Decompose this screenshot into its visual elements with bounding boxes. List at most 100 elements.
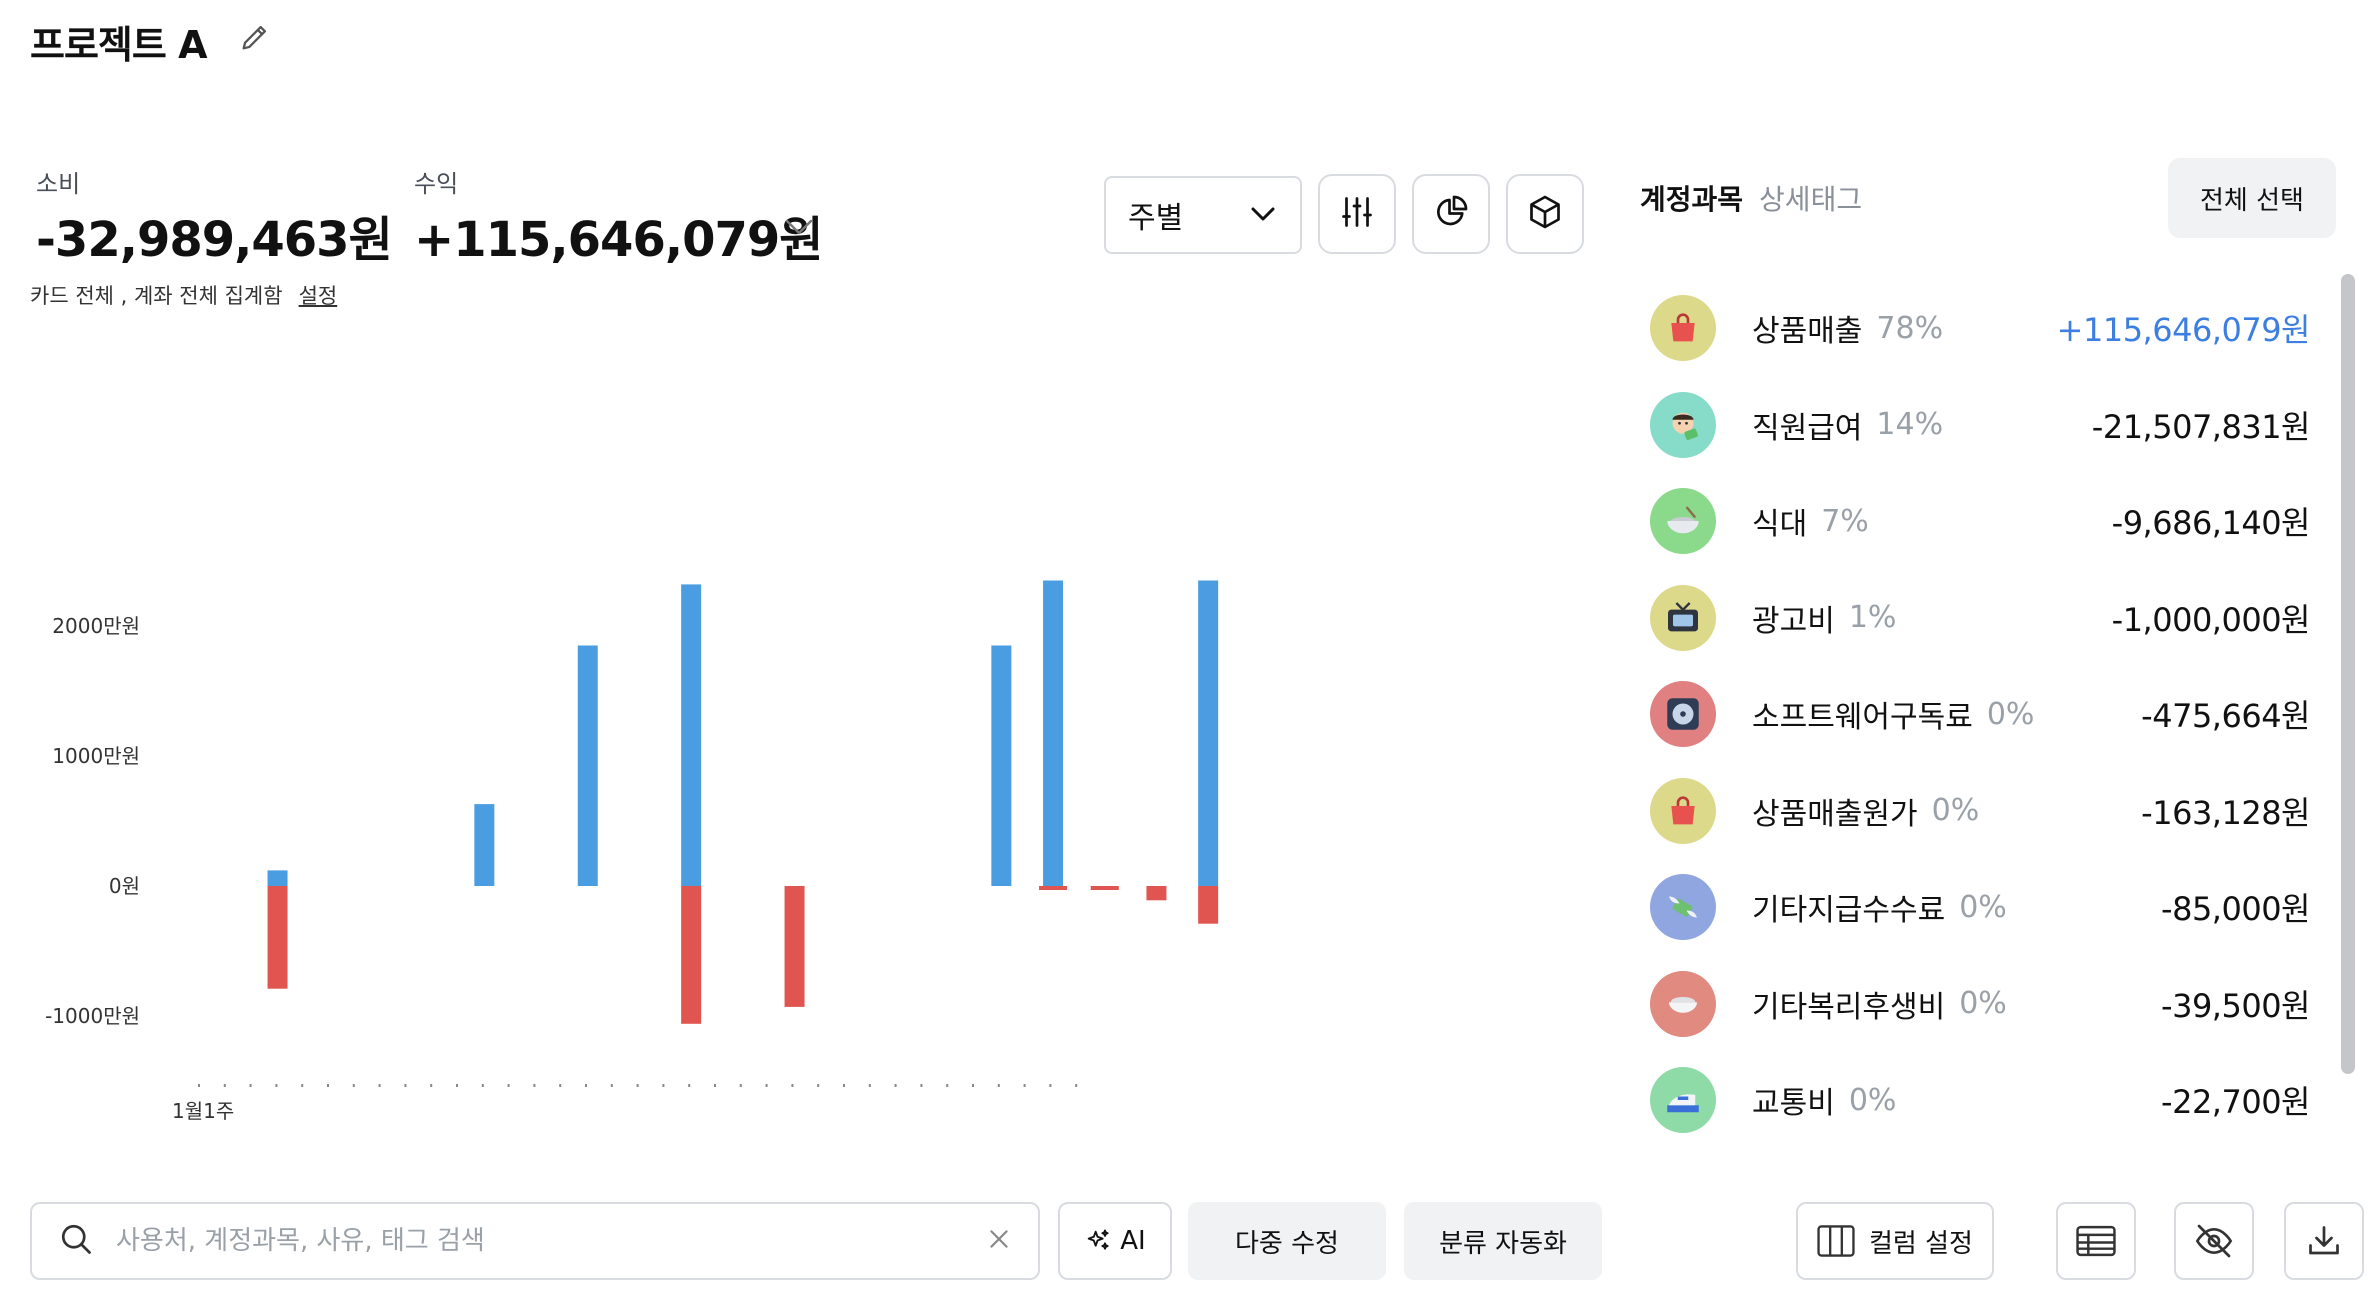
shopping-bag-icon [1650, 295, 1716, 362]
x-axis-tick [507, 1084, 510, 1087]
chevron-down-icon[interactable] [782, 214, 816, 240]
expense-bar[interactable] [784, 886, 805, 1007]
category-amount: +115,646,079원 [2056, 311, 2311, 350]
aggregation-note: 카드 전체 , 계좌 전체 집계함 설정 [30, 280, 337, 310]
category-name: 소프트웨어구독료 [1752, 700, 1973, 736]
category-name: 교통비 [1752, 1086, 1835, 1122]
x-axis-tick [843, 1084, 845, 1087]
category-list-scrollbar[interactable] [2341, 274, 2355, 1074]
x-axis-tick [972, 1084, 974, 1087]
income-bar[interactable] [991, 645, 1012, 887]
sliders-icon [1339, 194, 1375, 234]
x-axis-tick [636, 1084, 639, 1087]
cube-button[interactable] [1506, 174, 1584, 254]
x-axis-tick [920, 1084, 923, 1087]
search-input[interactable] [116, 1226, 986, 1256]
x-axis-tick [791, 1084, 794, 1087]
category-percent: 1% [1848, 600, 1897, 636]
pie-chart-icon [1433, 194, 1469, 234]
rice-bowl-icon [1650, 970, 1716, 1037]
pie-chart-button[interactable] [1412, 174, 1490, 254]
category-row[interactable]: 기타복리후생비 0% -39,500원 [1650, 956, 2310, 1053]
x-axis-tick [894, 1084, 897, 1087]
x-axis-tick [275, 1084, 278, 1087]
x-axis-tick [559, 1084, 562, 1087]
expense-bar[interactable] [1198, 886, 1219, 924]
x-axis-tick [868, 1084, 871, 1087]
columns-icon [1817, 1225, 1855, 1257]
category-amount: -1,000,000원 [2111, 600, 2311, 639]
category-name: 상품매출원가 [1752, 796, 1918, 832]
search-icon [58, 1221, 94, 1261]
category-percent: 0% [1931, 793, 1980, 829]
category-amount: -22,700원 [2161, 1083, 2310, 1122]
table-icon [2076, 1225, 2116, 1257]
pencil-icon[interactable] [238, 20, 272, 54]
x-axis-tick [481, 1084, 484, 1087]
x-axis-tick [997, 1084, 1000, 1087]
category-row[interactable]: 기타지급수수료 0% -85,000원 [1650, 859, 2310, 956]
y-tick-label: 1000만원 [52, 744, 140, 768]
category-percent: 0% [1959, 986, 2007, 1022]
y-tick-label: -1000만원 [45, 1004, 140, 1028]
income-bar[interactable] [474, 804, 495, 886]
clear-icon[interactable] [986, 1226, 1012, 1256]
hide-button[interactable] [2174, 1202, 2254, 1280]
x-axis-tick [1023, 1084, 1026, 1087]
category-row[interactable]: 상품매출원가 0% -163,128원 [1650, 763, 2310, 860]
category-name: 광고비 [1752, 603, 1835, 639]
expense-label: 소비 [36, 170, 81, 198]
aggregation-text: 카드 전체 , 계좌 전체 집계함 [30, 284, 283, 308]
filter-settings-button[interactable] [1318, 174, 1396, 254]
period-select-value: 주별 [1128, 201, 1184, 236]
eye-off-icon [2194, 1224, 2234, 1258]
table-view-button[interactable] [2056, 1202, 2136, 1280]
select-all-button[interactable]: 전체 선택 [2168, 158, 2336, 238]
ai-button[interactable]: AI [1058, 1202, 1172, 1280]
tab-account-category[interactable]: 계정과목 [1640, 183, 1743, 216]
income-total: +115,646,079원 [414, 212, 823, 268]
income-bar[interactable] [1198, 580, 1219, 887]
chevron-down-icon [1248, 198, 1278, 233]
download-button[interactable] [2284, 1202, 2364, 1280]
income-bar[interactable] [577, 645, 598, 887]
x-axis-tick [533, 1084, 536, 1087]
expense-bar[interactable] [1146, 886, 1167, 901]
x-axis-tick [817, 1084, 820, 1087]
column-settings-button[interactable]: 컬럼 설정 [1796, 1202, 1994, 1280]
expense-bar[interactable] [1039, 886, 1068, 890]
expense-bar[interactable] [1090, 886, 1119, 890]
category-list: 상품매출 78% +115,646,079원 직원급여 14% -21,507,831원 식… [1650, 280, 2311, 1149]
period-select[interactable]: 주별 [1104, 176, 1302, 254]
shopping-bag-icon [1650, 777, 1716, 844]
x-axis-tick [378, 1084, 381, 1087]
category-row[interactable]: 광고비 1% -1,000,000원 [1650, 570, 2311, 667]
bowl-icon [1650, 488, 1716, 555]
x-axis-tick [585, 1084, 587, 1087]
y-tick-label: 0원 [109, 874, 140, 898]
category-row[interactable]: 상품매출 78% +115,646,079원 [1650, 280, 2311, 377]
money-wings-icon [1650, 874, 1716, 941]
x-axis-tick [739, 1084, 742, 1087]
income-bar[interactable] [267, 870, 288, 886]
category-row[interactable]: 교통비 0% -22,700원 [1650, 1052, 2310, 1149]
category-percent: 14% [1876, 407, 1944, 443]
tab-detail-tags[interactable]: 상세태그 [1759, 183, 1862, 216]
aggregation-settings-link[interactable]: 설정 [299, 284, 338, 308]
panel-tabs: 계정과목 상세태그 [1640, 178, 1862, 218]
expense-bar[interactable] [267, 886, 288, 989]
auto-classify-button[interactable]: 분류 자동화 [1404, 1202, 1602, 1280]
category-row[interactable]: 소프트웨어구독료 0% -475,664원 [1650, 666, 2310, 763]
income-bar[interactable] [1043, 580, 1064, 887]
ai-button-label: AI [1120, 1226, 1146, 1256]
category-percent: 0% [1848, 1082, 1897, 1118]
bulk-edit-button[interactable]: 다중 수정 [1188, 1202, 1386, 1280]
employee-icon [1650, 391, 1716, 458]
category-amount: -163,128원 [2141, 793, 2310, 832]
expense-bar[interactable] [681, 886, 702, 1024]
income-bar[interactable] [681, 584, 702, 886]
category-row[interactable]: 식대 7% -9,686,140원 [1650, 473, 2311, 570]
category-percent: 0% [1986, 696, 2035, 732]
x-axis-tick [198, 1084, 200, 1087]
category-row[interactable]: 직원급여 14% -21,507,831원 [1650, 377, 2311, 474]
